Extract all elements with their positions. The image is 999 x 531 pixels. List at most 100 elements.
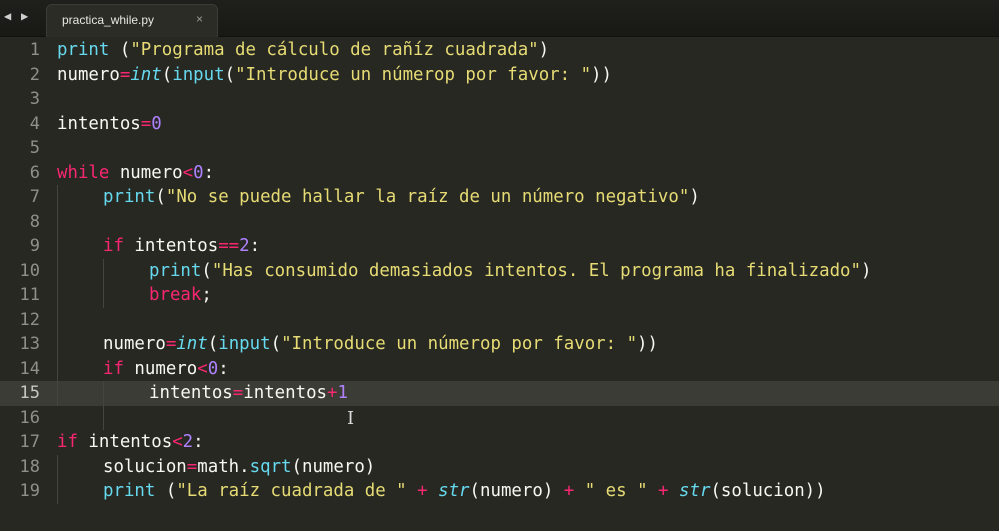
code-line-11[interactable]: 11 break; [0, 283, 999, 308]
code-text: while numero<0: [57, 161, 214, 186]
code-text: intentos=0 [57, 112, 162, 137]
code-token: ) [861, 260, 872, 281]
code-token: < [197, 358, 208, 379]
code-token: input [218, 334, 271, 354]
code-line-15[interactable]: 15 intentos=intentos+1 [0, 381, 999, 406]
nav-back-icon[interactable]: ◀ [4, 9, 11, 23]
code-token: print [57, 40, 110, 60]
code-token: "Introduce un númerop por favor: " [235, 64, 592, 85]
code-token: numero [57, 64, 120, 85]
code-token: (solucion)) [710, 481, 826, 501]
code-line-3[interactable]: 3 [0, 87, 999, 112]
line-number: 6 [29, 162, 40, 183]
code-token: ( [207, 334, 219, 354]
code-token: 0 [193, 162, 204, 183]
code-line-2[interactable]: 2 numero=int(input("Introduce un númerop … [0, 63, 999, 88]
code-token: ) [538, 40, 550, 60]
code-token: = [140, 113, 152, 134]
code-token: = [165, 334, 177, 354]
code-token: = [186, 456, 198, 477]
tab-practica-while[interactable]: practica_while.py × [46, 4, 218, 37]
code-line-1[interactable]: 1 print ("Programa de cálculo de rañíz cu… [0, 38, 999, 63]
code-text: numero=int(input("Introduce un númerop p… [103, 332, 658, 357]
code-line-18[interactable]: 18 solucion=math.sqrt(numero) [0, 455, 999, 480]
code-token: 0 [151, 113, 162, 134]
code-token: . [239, 456, 250, 477]
code-token: "Has consumido demasiados intentos. El p… [211, 260, 861, 281]
line-number: 7 [29, 187, 40, 207]
code-token: + [417, 481, 428, 501]
code-token: "Introduce un númerop por favor: " [281, 334, 638, 354]
line-number: 8 [29, 211, 40, 232]
code-token: if [103, 358, 124, 379]
code-line-4[interactable]: 4 intentos=0 [0, 112, 999, 137]
code-text: intentos=intentos+1 [149, 381, 348, 406]
code-token: + [563, 481, 575, 501]
code-text: solucion=math.sqrt(numero) [103, 455, 375, 480]
code-line-7[interactable]: 7 print("No se puede hallar la raíz de un… [0, 185, 999, 210]
code-line-10[interactable]: 10 print("Has consumido demasiados intent… [0, 259, 999, 284]
code-line-14[interactable]: 14 if numero<0: [0, 357, 999, 382]
line-number: 18 [19, 456, 40, 477]
code-token: ( [224, 64, 236, 85]
indent-guide [57, 454, 58, 504]
code-token: " es " [584, 481, 648, 501]
code-token: ( [155, 481, 177, 501]
code-token: input [172, 64, 225, 85]
code-line-6[interactable]: 6 while numero<0: [0, 161, 999, 186]
code-line-8[interactable]: 8 [0, 210, 999, 235]
code-token: ( [155, 187, 166, 207]
code-token: + [327, 383, 338, 403]
line-number: 2 [29, 64, 40, 85]
code-token: "No se puede hallar la raíz de un número… [165, 187, 690, 207]
code-line-12[interactable]: 12 [0, 308, 999, 333]
code-line-16[interactable]: 16 [0, 406, 999, 431]
code-token: ) [689, 187, 700, 207]
code-token: solucion [103, 456, 187, 477]
indent-guide [57, 185, 58, 406]
code-text: print ("La raíz cuadrada de " + str(nume… [103, 479, 826, 504]
line-number: 10 [19, 260, 40, 281]
code-token: numero [103, 334, 166, 354]
code-line-5[interactable]: 5 [0, 136, 999, 161]
text-cursor-icon: I [347, 408, 355, 429]
line-number: 5 [29, 138, 40, 158]
code-token: intentos [149, 383, 233, 403]
code-token: == [218, 236, 240, 256]
indent-guide [103, 381, 104, 430]
code-token: 1 [337, 383, 348, 403]
line-number: 12 [19, 309, 40, 330]
code-token: intentos [57, 113, 141, 134]
close-icon[interactable]: × [196, 12, 203, 26]
code-line-9[interactable]: 9 if intentos==2: [0, 234, 999, 259]
code-token: intentos [123, 236, 219, 256]
line-number: 4 [29, 113, 40, 134]
code-editor[interactable]: 1 print ("Programa de cálculo de rañíz cu… [0, 36, 999, 531]
code-token: numero [123, 358, 198, 379]
code-token: if [103, 236, 124, 256]
code-token: str [679, 481, 711, 501]
code-token: : [249, 236, 261, 256]
code-token: ; [201, 285, 212, 305]
code-text: if intentos<2: [57, 430, 204, 455]
code-line-19[interactable]: 19 print ("La raíz cuadrada de " + str(nu… [0, 479, 999, 504]
code-token: 0 [207, 358, 219, 379]
code-token: intentos [243, 383, 328, 403]
code-text: if numero<0: [103, 357, 229, 382]
code-line-17[interactable]: 17 if intentos<2: [0, 430, 999, 455]
code-text: break; [149, 283, 212, 308]
line-number: 11 [19, 285, 40, 305]
code-token: ( [270, 334, 282, 354]
code-token: print [103, 481, 156, 501]
nav-forward-icon[interactable]: ▶ [21, 9, 28, 23]
code-token: = [232, 383, 244, 403]
line-number: 9 [29, 236, 40, 256]
code-token: if [57, 432, 78, 452]
code-token: intentos [77, 432, 173, 452]
code-line-13[interactable]: 13 numero=int(input("Introduce un númerop… [0, 332, 999, 357]
code-token: 2 [182, 432, 194, 452]
code-token: : [218, 358, 229, 379]
